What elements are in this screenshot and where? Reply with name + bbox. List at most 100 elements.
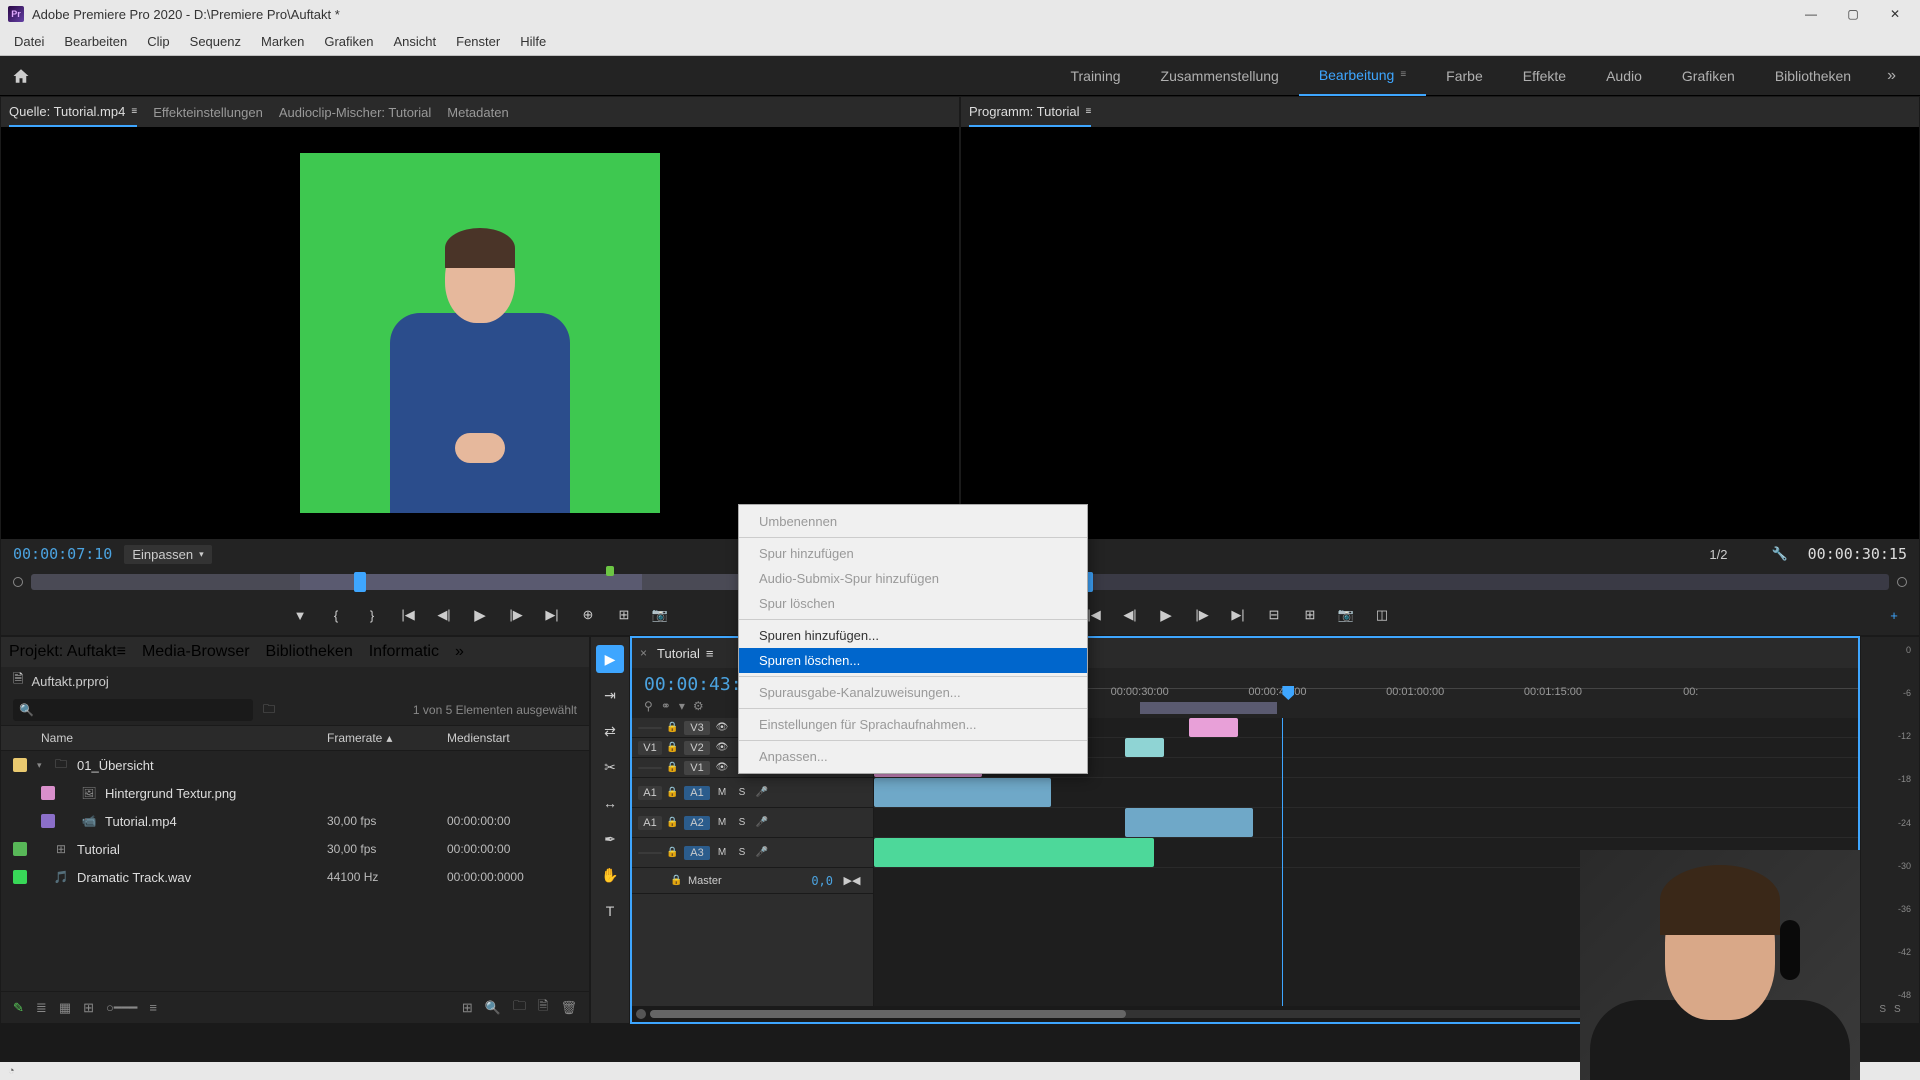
track-select-tool-icon[interactable]: ⇥ — [596, 681, 624, 709]
project-tab[interactable]: Bibliotheken — [266, 643, 353, 661]
lock-icon[interactable]: 🔒 — [666, 762, 680, 773]
sb-handle-left[interactable] — [636, 1009, 646, 1019]
scrubber-handle-left[interactable] — [13, 577, 23, 587]
track-name[interactable]: A1 — [684, 786, 710, 800]
solo-right[interactable]: S — [1894, 1004, 1901, 1015]
voice-record-icon[interactable]: 🎤 — [754, 787, 770, 798]
source-timecode[interactable]: 00:00:07:10 — [13, 545, 112, 563]
clip[interactable] — [874, 838, 1154, 867]
slip-tool-icon[interactable]: ↔ — [596, 789, 624, 817]
source-tab[interactable]: Quelle: Tutorial.mp4≡ — [9, 97, 137, 127]
mark-out-icon[interactable]: } — [359, 602, 385, 628]
scrubber-handle-right[interactable] — [1897, 577, 1907, 587]
wrench-icon[interactable]: 🔧 — [1771, 546, 1787, 562]
menu-marken[interactable]: Marken — [251, 30, 314, 53]
workspace-farbe[interactable]: Farbe — [1426, 56, 1503, 96]
track-src-patch[interactable] — [638, 852, 662, 854]
link-icon[interactable]: ⚭ — [661, 699, 671, 713]
lock-icon[interactable]: 🔒 — [666, 817, 680, 828]
menu-fenster[interactable]: Fenster — [446, 30, 510, 53]
sort-icon[interactable]: ≡ — [149, 1000, 157, 1015]
tab-overflow-icon[interactable]: » — [455, 643, 464, 661]
play-icon[interactable]: ▶ — [467, 602, 493, 628]
source-zoom-select[interactable]: Einpassen▾ — [124, 545, 211, 564]
clip[interactable] — [874, 778, 1051, 807]
add-button-icon[interactable]: + — [1881, 602, 1907, 628]
goto-out-icon[interactable]: ▶| — [539, 602, 565, 628]
clip[interactable] — [1125, 738, 1164, 757]
lock-icon[interactable]: 🔒 — [666, 787, 680, 798]
insert-btn-icon[interactable]: ⊕ — [575, 602, 601, 628]
expand-icon[interactable]: ▶◀ — [837, 874, 867, 887]
program-timecode[interactable]: 00:00:30:15 — [1808, 545, 1907, 563]
compare-icon[interactable]: ◫ — [1369, 602, 1395, 628]
track-src-patch[interactable] — [638, 767, 662, 769]
audio-track-header[interactable]: A1 🔒 A1 M S 🎤 — [632, 778, 873, 808]
type-tool-icon[interactable]: T — [596, 897, 624, 925]
source-tab[interactable]: Audioclip-Mischer: Tutorial — [279, 97, 431, 127]
goto-out-icon[interactable]: ▶| — [1225, 602, 1251, 628]
pen-tool-icon[interactable]: ✒ — [596, 825, 624, 853]
menu-datei[interactable]: Datei — [4, 30, 54, 53]
mute-button[interactable]: M — [714, 847, 730, 858]
eye-icon[interactable]: 👁 — [714, 762, 730, 773]
track-name[interactable]: A3 — [684, 846, 710, 860]
new-item-icon[interactable]: 🗎 — [538, 997, 548, 1019]
expand-icon[interactable]: ▾ — [37, 760, 49, 771]
track-name[interactable]: V3 — [684, 721, 710, 735]
master-value[interactable]: 0,0 — [811, 874, 833, 888]
pencil-icon[interactable]: ✎ — [13, 1000, 24, 1016]
lock-icon[interactable]: 🔒 — [666, 847, 680, 858]
overwrite-btn-icon[interactable]: ⊞ — [611, 602, 637, 628]
zoom-slider-icon[interactable]: ○━━━ — [106, 1000, 137, 1016]
playhead-line[interactable] — [1282, 718, 1283, 1006]
find-icon[interactable]: 🔍 — [485, 1000, 501, 1016]
hand-tool-icon[interactable]: ✋ — [596, 861, 624, 889]
workspace-grafiken[interactable]: Grafiken — [1662, 56, 1755, 96]
column-name[interactable]: Name — [13, 731, 327, 745]
audio-track-header[interactable]: A1 🔒 A2 M S 🎤 — [632, 808, 873, 838]
play-icon[interactable]: ▶ — [1153, 602, 1179, 628]
list-view-icon[interactable]: ≣ — [36, 1000, 47, 1016]
settings-icon[interactable]: ⚙ — [693, 699, 704, 713]
export-frame-icon[interactable]: 📷 — [1333, 602, 1359, 628]
snap-icon[interactable]: ⚲ — [644, 699, 653, 713]
razor-tool-icon[interactable]: ✂ — [596, 753, 624, 781]
workspace-effekte[interactable]: Effekte — [1503, 56, 1586, 96]
timeline-tab[interactable]: × Tutorial ≡ — [640, 646, 713, 661]
context-menu-item[interactable]: Spuren löschen... — [739, 648, 1087, 673]
workspace-bearbeitung[interactable]: Bearbeitung≡ — [1299, 56, 1426, 96]
source-tab[interactable]: Metadaten — [447, 97, 508, 127]
solo-left[interactable]: S — [1879, 1004, 1886, 1015]
program-viewport[interactable] — [961, 127, 1919, 539]
context-menu-item[interactable]: Spuren hinzufügen... — [739, 623, 1087, 648]
tab-menu-icon[interactable]: ≡ — [117, 643, 126, 660]
eye-icon[interactable]: 👁 — [714, 722, 730, 733]
mute-button[interactable]: M — [714, 787, 730, 798]
lock-icon[interactable]: 🔒 — [666, 742, 680, 753]
bin-row[interactable]: ⊞Tutorial30,00 fps00:00:00:00 — [1, 835, 589, 863]
voice-record-icon[interactable]: 🎤 — [754, 817, 770, 828]
workspace-audio[interactable]: Audio — [1586, 56, 1662, 96]
menu-clip[interactable]: Clip — [137, 30, 179, 53]
bin-row[interactable]: ▾🗀01_Übersicht — [1, 751, 589, 779]
program-tab[interactable]: Programm: Tutorial ≡ — [969, 97, 1091, 127]
menu-grafiken[interactable]: Grafiken — [314, 30, 383, 53]
solo-button[interactable]: S — [734, 847, 750, 858]
track-lane[interactable] — [874, 808, 1858, 838]
track-src-patch[interactable]: A1 — [638, 816, 662, 830]
workspace-zusammenstellung[interactable]: Zusammenstellung — [1141, 56, 1299, 96]
project-tab[interactable]: Media-Browser — [142, 643, 250, 661]
track-name[interactable]: V1 — [684, 761, 710, 775]
workspace-training[interactable]: Training — [1050, 56, 1140, 96]
project-tab[interactable]: Projekt: Auftakt≡ — [9, 643, 126, 661]
tab-menu-icon[interactable]: ≡ — [706, 646, 714, 661]
step-fwd-icon[interactable]: |▶ — [503, 602, 529, 628]
track-src-patch[interactable]: V1 — [638, 741, 662, 755]
close-button[interactable]: ✕ — [1878, 3, 1912, 25]
minimize-button[interactable]: — — [1794, 3, 1828, 25]
audio-track-header[interactable]: 🔒 A3 M S 🎤 — [632, 838, 873, 868]
eye-icon[interactable]: 👁 — [714, 742, 730, 753]
program-scrubber[interactable] — [991, 574, 1889, 590]
step-back-icon[interactable]: ◀| — [1117, 602, 1143, 628]
